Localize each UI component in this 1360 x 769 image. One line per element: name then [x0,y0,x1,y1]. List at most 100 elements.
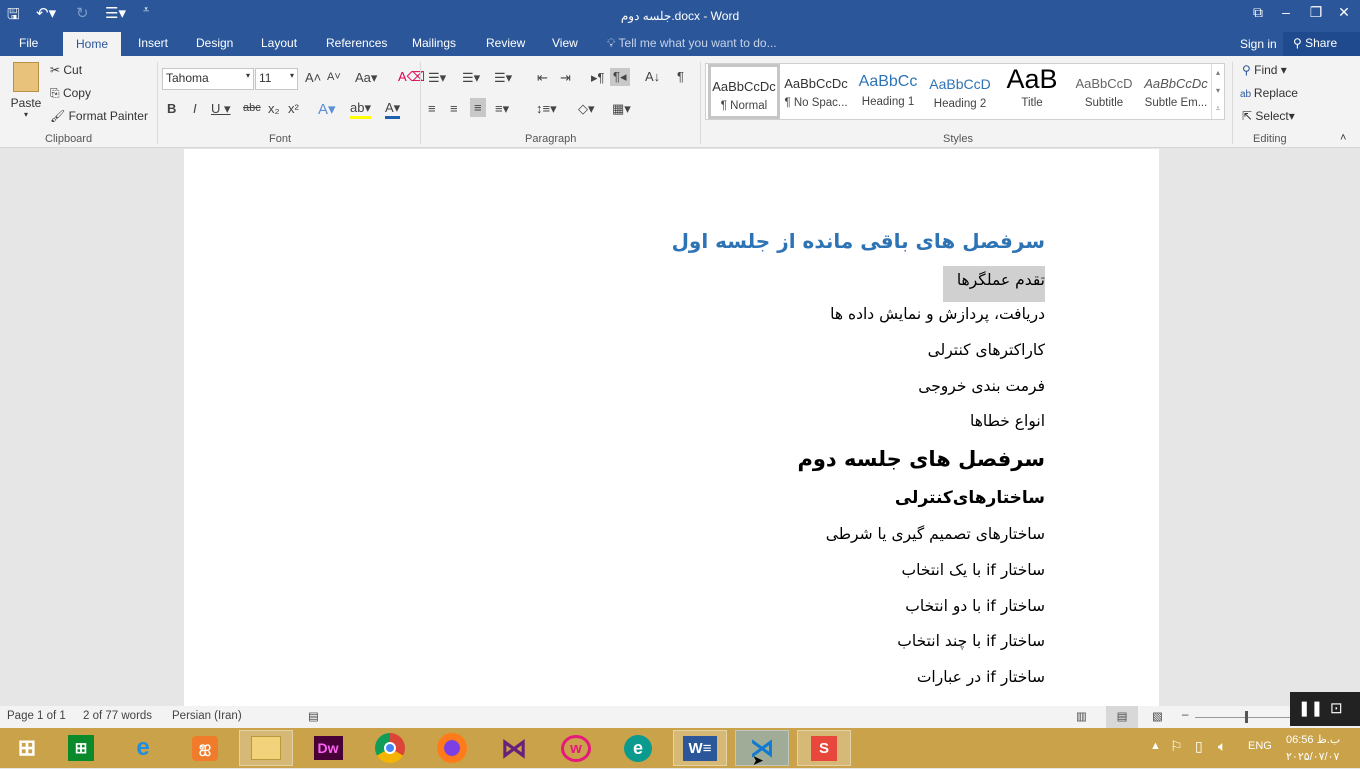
print-layout-icon[interactable]: ▤ [1106,706,1138,728]
internet-explorer-icon[interactable]: e [116,730,170,766]
borders-icon[interactable]: ▦▾ [612,101,631,117]
find-button[interactable]: ⚲ Find ▾ [1242,63,1287,77]
minimize-button[interactable]: – [1272,4,1300,20]
tab-file[interactable]: File [19,36,38,50]
superscript-icon[interactable]: x² [288,101,299,116]
firefox-icon[interactable] [425,730,479,766]
tab-design[interactable]: Design [196,36,233,50]
eset-icon[interactable]: e [611,730,665,766]
wamp-icon[interactable]: w [549,730,603,766]
tab-insert[interactable]: Insert [138,36,168,50]
visual-studio-icon[interactable]: ⋈ [487,730,541,766]
decrease-indent-icon[interactable]: ⇤ [537,70,548,86]
font-name-select[interactable]: Tahoma ▾ [162,68,254,90]
dreamweaver-icon[interactable]: Dw [301,730,355,766]
word-count[interactable]: 2 of 77 words [83,710,152,722]
web-layout-icon[interactable]: ▧ [1152,709,1163,723]
show-marks-icon[interactable]: ¶ [677,69,684,84]
multilevel-list-icon[interactable]: ☰▾ [494,70,512,86]
style-preview: AaBbCcD [1075,76,1133,91]
strikethrough-icon[interactable]: abc [243,102,261,114]
cut-button[interactable]: ✂ Cut [50,63,82,77]
tab-mailings[interactable]: Mailings [412,36,456,50]
numbering-icon[interactable]: ☰▾ [462,70,480,86]
clock-time[interactable]: 06:56 ب.ظ [1286,733,1340,746]
style-subtitle[interactable]: AaBbCcD Subtitle [1068,64,1140,119]
volume-icon[interactable]: 🔈︎ [1218,738,1226,755]
styles-scroll[interactable]: ▴ ▾ ⩡ [1211,64,1224,119]
select-button[interactable]: ⇱ Select▾ [1242,109,1295,123]
word-icon[interactable]: W≡ [673,730,727,766]
style-name: Heading 1 [861,96,915,108]
style-name: Heading 2 [933,98,987,110]
grow-font-icon[interactable]: A˄ [305,70,321,85]
share-button[interactable]: ⚲ Share [1283,32,1360,56]
sublime-icon[interactable]: S [797,730,851,766]
font-color-icon[interactable]: A▾ [385,100,401,119]
style-normal[interactable]: AaBbCcDc ¶ Normal [708,64,780,119]
ribbon-display-icon[interactable]: ⧉ [1244,4,1272,21]
change-case-icon[interactable]: Aa▾ [355,70,377,86]
battery-icon[interactable]: ▯ [1195,738,1203,755]
style-no-spacing[interactable]: AaBbCcDc ¶ No Spac... [780,64,852,119]
underline-icon[interactable]: U ▾ [211,101,231,117]
tell-me-input[interactable]: 💡︎ Tell me what you want to do... [607,36,777,51]
style-heading-2[interactable]: AaBbCcD Heading 2 [924,64,996,119]
style-title[interactable]: AaB Title [996,64,1068,119]
increase-indent-icon[interactable]: ⇥ [560,70,571,86]
chrome-icon[interactable] [363,730,417,766]
tab-layout[interactable]: Layout [261,36,297,50]
tab-view[interactable]: View [552,36,578,50]
align-center-icon[interactable]: ≡ [450,101,458,116]
italic-icon[interactable]: I [193,101,197,116]
rtl-icon[interactable]: ¶◂ [610,68,630,86]
start-button[interactable]: ⊞ [0,730,54,766]
bullets-icon[interactable]: ☰▾ [428,70,446,86]
tab-review[interactable]: Review [486,36,525,50]
show-hidden-icons[interactable]: ▲ [1150,740,1161,752]
language-indicator[interactable]: Persian (Iran) [172,710,242,722]
bold-icon[interactable]: B [167,101,176,116]
restore-button[interactable]: ❐ [1302,4,1330,21]
xampp-icon[interactable]: ஐ [178,730,232,766]
sign-in-link[interactable]: Sign in [1240,37,1277,51]
shrink-font-icon[interactable]: A˅ [327,71,341,83]
font-size-select[interactable]: 11 ▾ [255,68,298,90]
subscript-icon[interactable]: x₂ [268,101,280,116]
clock-date[interactable]: ۲۰۲۵/۰۷/۰۷ [1286,750,1339,763]
paste-button[interactable]: Paste ▾ [6,60,46,119]
store-icon[interactable]: ⊞ [54,730,108,766]
file-explorer-icon[interactable] [239,730,293,766]
highlight-icon[interactable]: ab▾ [350,100,371,119]
screen-icon[interactable]: ⊡ [1330,699,1343,717]
ltr-icon[interactable]: ▸¶ [591,70,605,86]
tab-references[interactable]: References [326,36,387,50]
clear-formatting-icon[interactable]: A⌫ [398,69,425,85]
language-indicator[interactable]: ENG [1248,740,1272,752]
macro-icon[interactable]: ▤ [308,709,319,723]
read-mode-icon[interactable]: ▥ [1076,709,1087,723]
tab-home[interactable]: Home [63,32,122,56]
sort-icon[interactable]: A↓ [645,69,660,84]
pause-icon[interactable]: ❚❚ [1298,699,1323,717]
align-right-icon[interactable]: ≡ [470,98,486,117]
page-count[interactable]: Page 1 of 1 [7,710,66,722]
copy-button[interactable]: ⎘ Copy [50,86,91,101]
flag-icon[interactable]: ⚐ [1170,738,1183,755]
close-button[interactable]: ✕ [1330,4,1358,21]
style-heading-1[interactable]: AaBbCc Heading 1 [852,64,924,119]
line-spacing-icon[interactable]: ↕≡▾ [536,101,557,117]
justify-icon[interactable]: ≡▾ [495,101,509,117]
person-icon: ⚲ [1293,36,1306,50]
style-subtle-emphasis[interactable]: AaBbCcDc Subtle Em... [1140,64,1212,119]
zoom-slider-thumb[interactable] [1245,711,1248,723]
text-effects-icon[interactable]: A▾ [318,100,336,118]
shading-icon[interactable]: ◇▾ [578,101,595,117]
align-left-icon[interactable]: ≡ [428,101,436,116]
replace-button[interactable]: ab Replace [1240,86,1298,100]
format-painter-button[interactable]: 🖌︎ Format Painter [50,109,148,123]
document-page[interactable]: سرفصل های باقی مانده از جلسه اول تقدم عم… [184,149,1159,706]
collapse-ribbon-icon[interactable]: ˄ [1340,132,1346,144]
zoom-slider[interactable] [1195,717,1290,718]
zoom-out-icon[interactable]: – [1182,709,1188,721]
